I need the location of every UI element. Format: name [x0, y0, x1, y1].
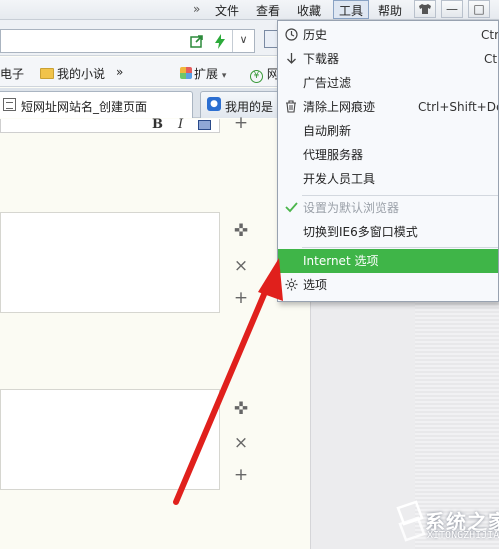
check-icon	[284, 201, 298, 215]
insert-image-icon[interactable]	[198, 120, 211, 130]
lightning-icon[interactable]	[214, 34, 226, 53]
menu-file[interactable]: 文件	[215, 2, 239, 19]
favorite-folder-novels[interactable]: 我的小说	[40, 65, 105, 82]
download-icon	[284, 52, 298, 66]
content-block-2[interactable]	[0, 389, 220, 490]
page-icon	[3, 98, 16, 111]
shirt-icon	[419, 4, 431, 14]
menu-view[interactable]: 查看	[256, 2, 280, 19]
page-content: B I + ✜ × + ✜ × +	[0, 113, 310, 549]
close-icon[interactable]: ×	[231, 433, 251, 453]
clock-icon	[284, 28, 298, 42]
add-button[interactable]: +	[231, 113, 251, 133]
extensions-button[interactable]: 扩展 ▾	[180, 65, 226, 82]
menu-item-internet-options[interactable]: Internet 选项	[278, 249, 498, 273]
menu-item-proxy[interactable]: 代理服务器	[278, 143, 498, 167]
tab-create-page[interactable]: 短网址网站名_创建页面	[0, 91, 193, 118]
tools-menu: 历史Ctrl 下载器Ctrl 广告过滤 清除上网痕迹Ctrl+Shift+Del…	[277, 20, 499, 302]
security-button[interactable]: ¥ 网	[250, 65, 279, 83]
folder-icon	[40, 68, 54, 79]
menu-item-dev-tools[interactable]: 开发人员工具	[278, 167, 498, 191]
bold-button[interactable]: B	[152, 117, 163, 132]
menu-tools[interactable]: 工具	[333, 0, 370, 19]
favorite-item[interactable]: 费电子	[0, 65, 24, 82]
menu-item-downloader[interactable]: 下载器Ctrl	[278, 47, 498, 71]
close-icon[interactable]: ×	[231, 256, 251, 276]
menu-favorites[interactable]: 收藏	[297, 2, 321, 19]
menu-item-ie6-mode[interactable]: 切换到IE6多窗口模式	[278, 220, 498, 244]
move-icon[interactable]: ✜	[231, 399, 251, 419]
add-icon[interactable]: +	[231, 465, 251, 485]
add-icon[interactable]: +	[231, 288, 251, 308]
menu-item-set-default: 设置为默认浏览器	[278, 196, 498, 220]
share-icon[interactable]	[190, 34, 204, 52]
shield-icon: ¥	[250, 70, 263, 83]
restore-button[interactable]: □	[468, 0, 490, 18]
menu-separator	[302, 247, 498, 248]
minimize-button[interactable]: —	[441, 0, 463, 18]
trash-icon	[284, 100, 298, 114]
menu-item-clear-traces[interactable]: 清除上网痕迹 Ctrl+Shift+Del	[278, 95, 498, 119]
watermark-url: XITONGZHIJIA.NET	[427, 530, 499, 541]
menu-item-ad-filter[interactable]: 广告过滤	[278, 71, 498, 95]
favorites-overflow[interactable]: »	[116, 65, 123, 79]
editor-toolbar: B I	[0, 117, 220, 133]
menu-item-options[interactable]: 选项	[278, 273, 498, 297]
content-block-1[interactable]	[0, 212, 220, 313]
baidu-paw-icon: ●	[207, 97, 221, 111]
extensions-icon	[180, 67, 192, 79]
menu-help[interactable]: 帮助	[378, 2, 402, 19]
menu-bar: » 文件 查看 收藏 工具 帮助 — □	[0, 0, 499, 20]
address-dropdown-button[interactable]: ∨	[232, 30, 254, 52]
menu-item-history[interactable]: 历史Ctrl	[278, 23, 498, 47]
menubar-overflow-chevron[interactable]: »	[193, 2, 200, 16]
gear-icon	[284, 278, 298, 292]
compat-mode-icon[interactable]	[264, 30, 278, 48]
menu-item-auto-refresh[interactable]: 自动刷新	[278, 119, 498, 143]
skin-button[interactable]	[414, 0, 436, 18]
italic-button[interactable]: I	[178, 117, 183, 132]
move-icon[interactable]: ✜	[231, 221, 251, 241]
